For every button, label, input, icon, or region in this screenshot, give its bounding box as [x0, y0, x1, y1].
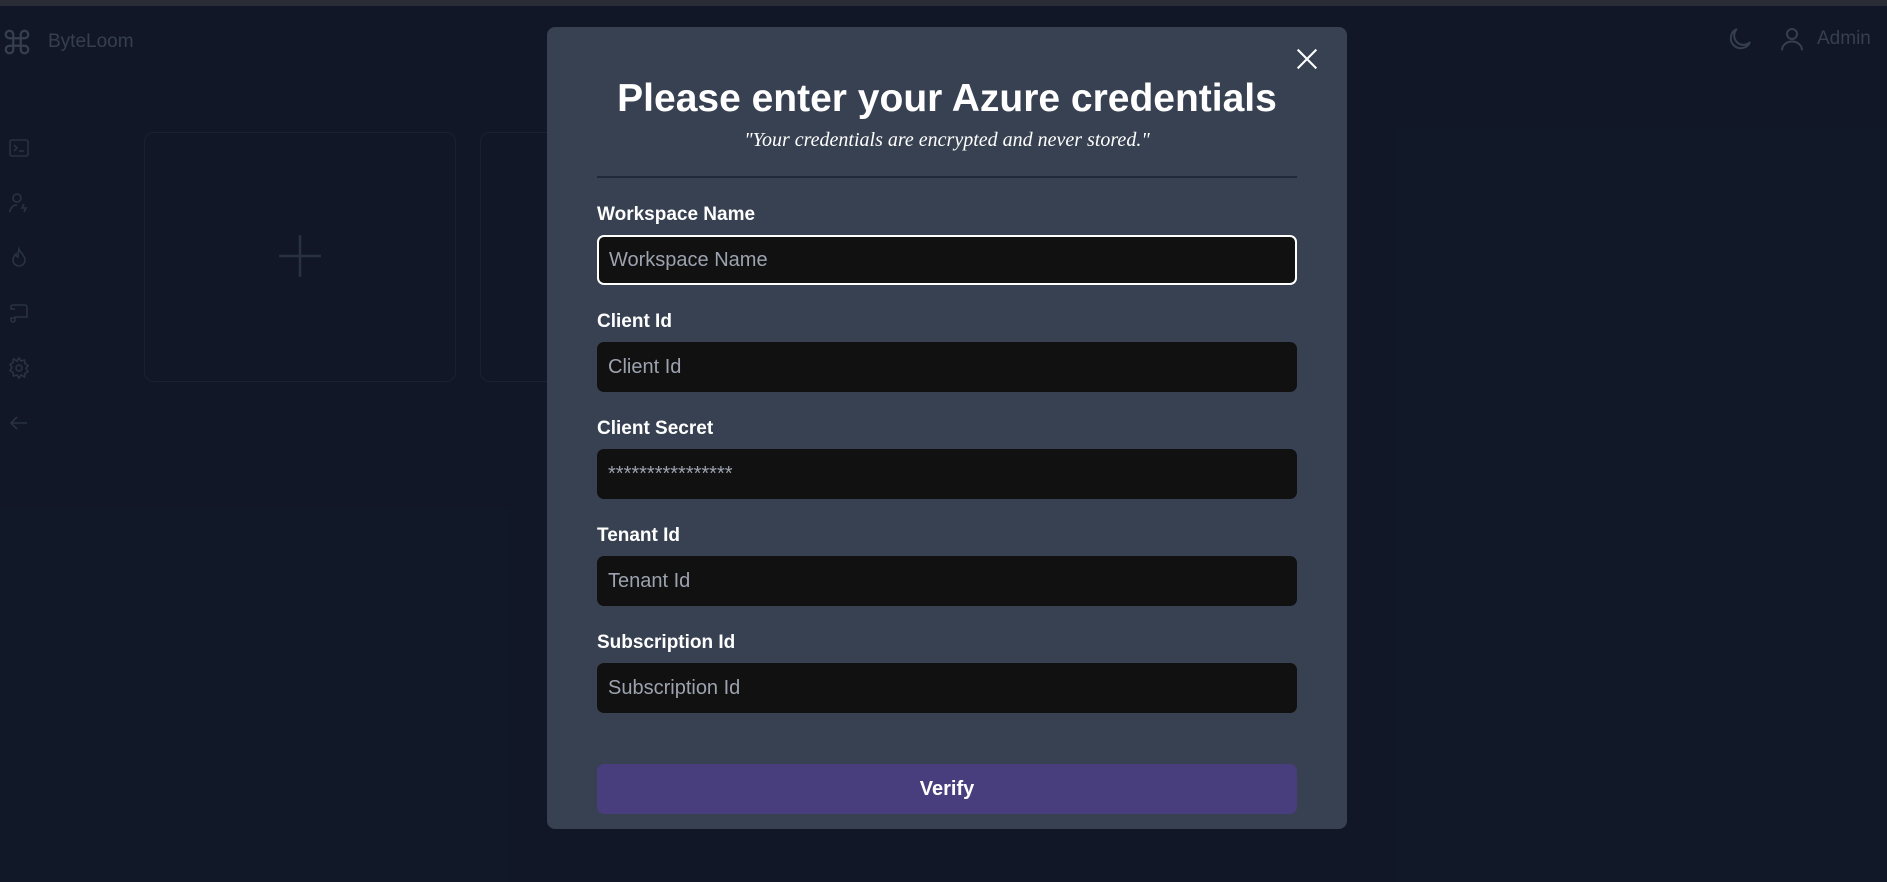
workspace-name-field: Workspace Name [597, 204, 1297, 285]
subscription-id-label: Subscription Id [597, 632, 736, 653]
divider [597, 176, 1297, 178]
modal-title: Please enter your Azure credentials [617, 77, 1277, 120]
client-secret-input[interactable] [597, 449, 1297, 499]
tenant-id-field: Tenant Id [597, 525, 1297, 606]
credentials-modal: Please enter your Azure credentials "You… [547, 27, 1347, 829]
workspace-name-input[interactable] [597, 235, 1297, 285]
close-icon[interactable] [1293, 45, 1321, 73]
client-secret-field: Client Secret [597, 418, 1297, 499]
client-id-input[interactable] [597, 342, 1297, 392]
subscription-id-field: Subscription Id [597, 632, 1297, 713]
workspace-name-label: Workspace Name [597, 204, 756, 225]
client-id-label: Client Id [597, 311, 672, 332]
modal-subtitle: "Your credentials are encrypted and neve… [744, 129, 1150, 151]
subscription-id-input[interactable] [597, 663, 1297, 713]
tenant-id-input[interactable] [597, 556, 1297, 606]
tenant-id-label: Tenant Id [597, 525, 681, 546]
verify-button[interactable]: Verify [597, 764, 1297, 814]
client-id-field: Client Id [597, 311, 1297, 392]
client-secret-label: Client Secret [597, 418, 714, 439]
